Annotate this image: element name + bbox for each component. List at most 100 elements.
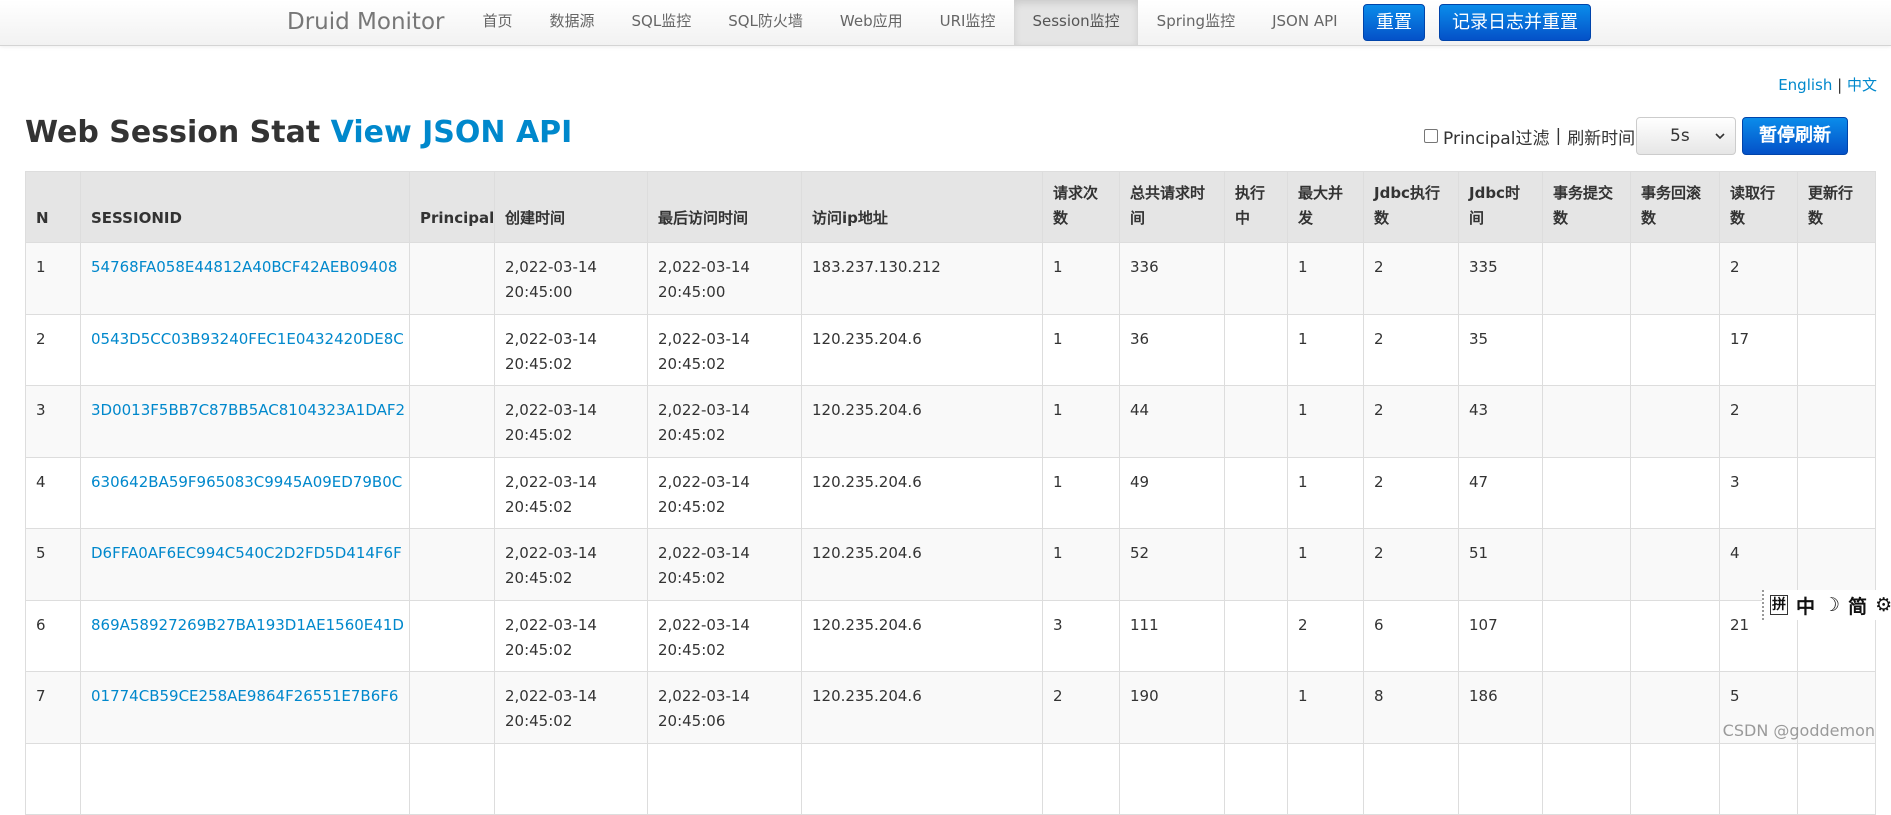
date-text: 2,022-03-14: [658, 401, 750, 419]
table-body: 1 54768FA058E44812A40BCF42AEB09408 2,022-0…: [25, 242, 1876, 815]
table-cell-sessionid[interactable]: 54768FA058E44812A40BCF42AEB09408: [80, 242, 410, 315]
column-header[interactable]: 最大并发: [1287, 171, 1364, 243]
table-cell-max-concurrent: 1: [1287, 671, 1364, 744]
table-cell-sessionid[interactable]: [80, 742, 410, 815]
table-cell-max-concurrent: 1: [1287, 242, 1364, 315]
column-header[interactable]: 创建时间: [494, 171, 648, 243]
nav-item-2[interactable]: SQL监控: [613, 0, 710, 45]
pause-refresh-button[interactable]: 暂停刷新: [1742, 117, 1848, 155]
table-cell-sessionid[interactable]: 869A58927269B27BA193D1AE1560E41D: [80, 599, 410, 672]
table-cell-created: 2,022-03-14 20:45:02: [494, 671, 648, 744]
brand-title[interactable]: Druid Monitor: [287, 7, 444, 37]
column-header[interactable]: 请求次数: [1042, 171, 1120, 243]
table-cell-running: [1224, 528, 1288, 601]
column-header-text: 总共请求时: [1130, 184, 1206, 202]
chinese-link[interactable]: 中文: [1847, 76, 1877, 94]
table-cell-principal: [409, 599, 495, 672]
column-header-text: N: [36, 209, 49, 227]
table-cell-jdbc-time: 51: [1458, 528, 1543, 601]
time-text: 20:45:02: [505, 426, 573, 444]
gear-icon[interactable]: ⚙: [1875, 594, 1891, 616]
column-header[interactable]: SESSIONID: [80, 171, 410, 243]
nav-item-5[interactable]: URI监控: [921, 0, 1014, 45]
time-text: 20:45:02: [658, 569, 726, 587]
column-header[interactable]: 事务提交数: [1542, 171, 1631, 243]
nav-item-1[interactable]: 数据源: [531, 0, 613, 45]
session-table: N SESSIONID Principal 创建时间 最后访问时间 访问ip地址 请求次数总…: [25, 171, 1876, 815]
column-header[interactable]: 总共请求时间: [1119, 171, 1225, 243]
session-table-container: N SESSIONID Principal 创建时间 最后访问时间 访问ip地址 请求次数总…: [25, 171, 1876, 815]
simplified-icon[interactable]: 简: [1848, 592, 1867, 619]
table-cell-total-time: 36: [1119, 313, 1225, 386]
nav-item-7[interactable]: Spring监控: [1138, 0, 1253, 45]
time-text: 20:45:06: [658, 712, 726, 730]
reset-button[interactable]: 重置: [1363, 4, 1425, 41]
column-header[interactable]: Jdbc执行数: [1363, 171, 1459, 243]
table-cell-sessionid[interactable]: 3D0013F5BB7C87BB5AC8104323A1DAF2: [80, 385, 410, 458]
column-header[interactable]: 读取行数: [1719, 171, 1798, 243]
nav-menu: 首页 数据源 SQL监控 SQL防火墙 Web应用 URI监控 Session监控 Sprin…: [464, 0, 1356, 46]
table-cell-tx-rollback: [1630, 671, 1720, 744]
time-text: 20:45:02: [658, 426, 726, 444]
chinese-mode-icon[interactable]: 中: [1796, 592, 1815, 619]
nav-item-6[interactable]: Session监控: [1013, 0, 1139, 45]
nav-item-8[interactable]: JSON API: [1254, 0, 1356, 45]
column-header[interactable]: Jdbc时间: [1458, 171, 1543, 243]
column-header[interactable]: 更新行数: [1797, 171, 1876, 243]
table-cell-created: 2,022-03-14 20:45:02: [494, 599, 648, 672]
table-cell-jdbc-exec: 2: [1363, 385, 1459, 458]
table-cell-sessionid[interactable]: D6FFA0AF6EC994C540C2D2FD5D414F6F: [80, 528, 410, 601]
nav-item-0[interactable]: 首页: [464, 0, 531, 45]
table-cell-jdbc-exec: 6: [1363, 599, 1459, 672]
time-text: 20:45:02: [505, 640, 573, 659]
column-header[interactable]: 访问ip地址: [801, 171, 1043, 243]
chevron-down-icon: [1715, 133, 1725, 140]
principal-filter-checkbox[interactable]: [1424, 129, 1438, 143]
nav-item-4[interactable]: Web应用: [821, 0, 921, 45]
table-cell-sessionid[interactable]: 01774CB59CE258AE9864F26551E7B6F6: [80, 671, 410, 744]
time-text: 20:45:02: [505, 497, 573, 516]
table-cell-last: 2,022-03-14 20:45:06: [647, 671, 802, 744]
view-json-api-link[interactable]: View JSON API: [331, 115, 573, 150]
column-header[interactable]: 执行中: [1224, 171, 1288, 243]
table-header-row: N SESSIONID Principal 创建时间 最后访问时间 访问ip地址 请求次数总…: [25, 171, 1876, 243]
moon-icon[interactable]: ☽: [1823, 594, 1840, 616]
english-link[interactable]: English: [1778, 76, 1832, 94]
column-header-text: Principal: [420, 209, 495, 227]
table-cell-jdbc-time: 335: [1458, 242, 1543, 315]
table-cell-requests: 2: [1042, 671, 1120, 744]
column-header[interactable]: 事务回滚数: [1630, 171, 1720, 243]
table-cell-n: 2: [25, 313, 81, 386]
table-cell-requests: 1: [1042, 242, 1120, 315]
table-cell-sessionid[interactable]: 630642BA59F965083C9945A09ED79B0C: [80, 456, 410, 529]
table-cell-sessionid[interactable]: 0543D5CC03B93240FEC1E0432420DE8C: [80, 313, 410, 386]
table-cell-principal: [409, 385, 495, 458]
table-cell-ip: 120.235.204.6: [801, 671, 1043, 744]
refresh-interval-select[interactable]: 5s: [1636, 117, 1736, 155]
table-cell-rows-updated: [1797, 242, 1876, 315]
table-cell-n: 5: [25, 528, 81, 601]
date-text: 2,022-03-14: [505, 401, 597, 419]
time-text: 20:45:02: [658, 640, 726, 659]
date-text: 2,022-03-14: [505, 544, 597, 562]
table-cell-last: 2,022-03-14 20:45:02: [647, 528, 802, 601]
table-cell-n: 1: [25, 242, 81, 315]
table-cell-ip: 120.235.204.6: [801, 528, 1043, 601]
refresh-interval-label: 刷新时间: [1567, 128, 1636, 149]
table-cell-ip: 120.235.204.6: [801, 313, 1043, 386]
date-text: 2,022-03-14: [505, 615, 597, 634]
time-text: 20:45:02: [658, 354, 726, 373]
column-header[interactable]: Principal: [409, 171, 495, 243]
log-and-reset-button[interactable]: 记录日志并重置: [1439, 4, 1591, 41]
nav-item-3[interactable]: SQL防火墙: [710, 0, 822, 45]
controls-separator: |: [1555, 126, 1562, 146]
watermark: CSDN @goddemon: [1722, 721, 1875, 740]
table-cell-rows-read: 3: [1719, 456, 1798, 529]
table-cell-principal: [409, 671, 495, 744]
column-header[interactable]: N: [25, 171, 81, 243]
grid-icon[interactable]: 拼: [1770, 595, 1788, 615]
column-header-text: 数: [1808, 209, 1824, 227]
column-header[interactable]: 最后访问时间: [647, 171, 802, 243]
table-cell-tx-rollback: [1630, 599, 1720, 672]
refresh-interval-value: 5s: [1670, 126, 1690, 146]
